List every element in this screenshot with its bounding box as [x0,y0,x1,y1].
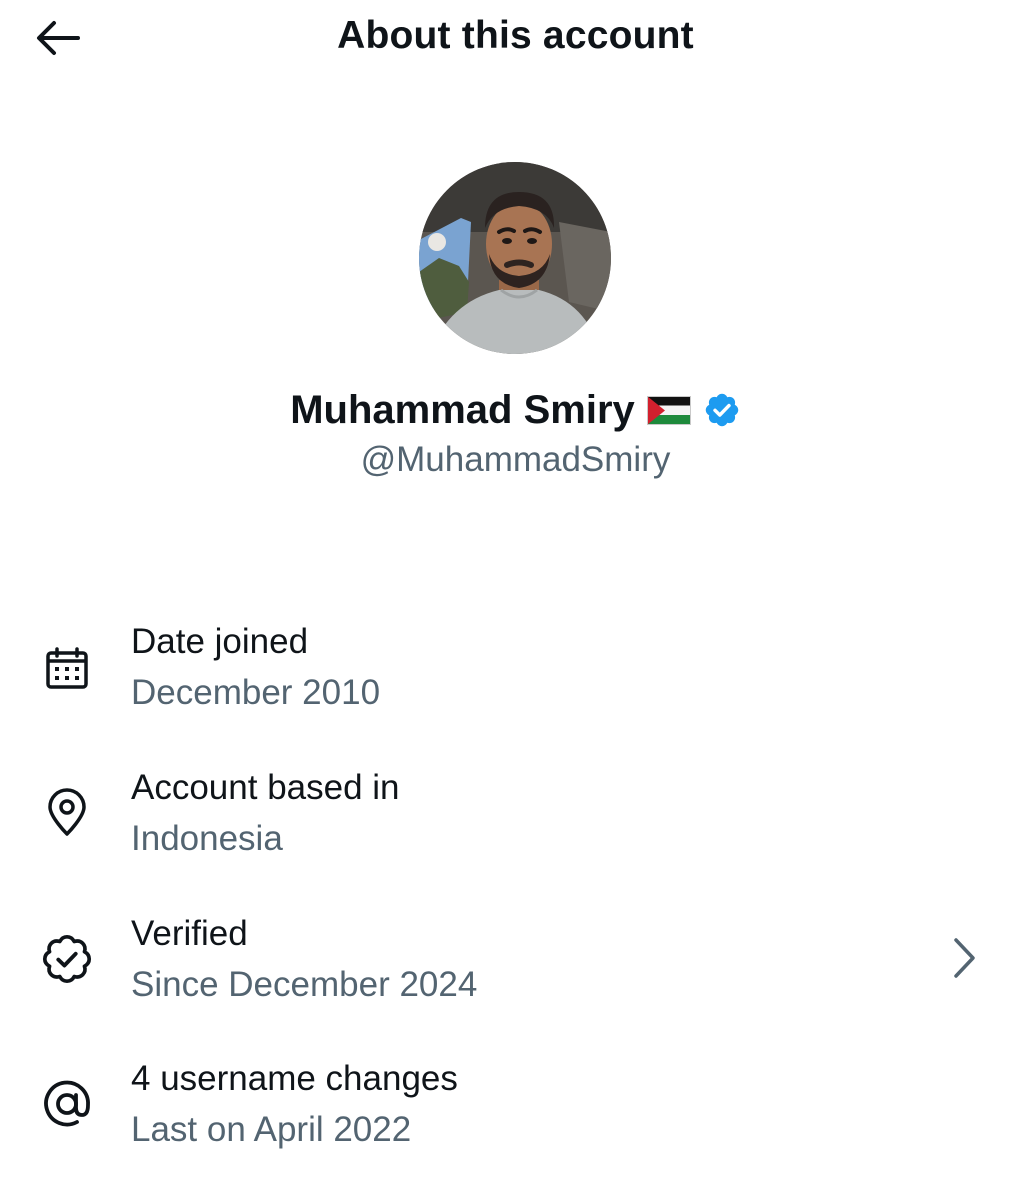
date-joined-value: December 2010 [131,673,381,712]
info-row-username-changes: 4 username changes Last on April 2022 [0,1055,1031,1165]
about-account-screen: About this account Muhammad Smiry @Muham… [0,0,1031,1200]
location-pin-icon [38,784,96,842]
calendar-icon [38,640,96,698]
info-row-verified[interactable]: Verified Since December 2024 [0,910,1031,1020]
username-changes-label: 4 username changes [131,1059,458,1098]
account-based-in-value: Indonesia [131,819,283,858]
display-name: Muhammad Smiry [290,387,635,432]
at-sign-icon [38,1075,96,1133]
chevron-right-icon[interactable] [940,930,988,986]
name-row: Muhammad Smiry [0,384,1031,436]
avatar[interactable] [419,162,611,354]
palestine-flag-icon [646,395,691,425]
verified-badge-icon[interactable] [703,391,741,429]
header: About this account [0,0,1031,80]
verified-value: Since December 2024 [131,965,478,1004]
info-row-account-based-in: Account based in Indonesia [0,764,1031,874]
verified-label: Verified [131,914,248,953]
username-handle: @MuhammadSmiry [360,440,671,479]
info-row-date-joined: Date joined December 2010 [0,618,1031,728]
username-changes-value: Last on April 2022 [131,1110,412,1149]
account-based-in-label: Account based in [131,768,400,807]
page-title: About this account [337,14,694,57]
date-joined-label: Date joined [131,622,309,661]
avatar-image [419,162,611,354]
verified-outline-icon [38,930,96,988]
